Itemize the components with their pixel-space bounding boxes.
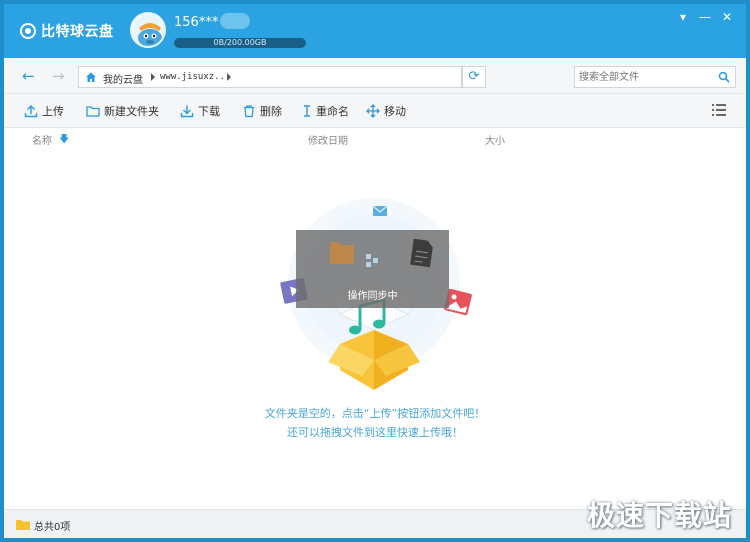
storage-quota-text: 0B/200.00GB <box>213 38 267 47</box>
logo-icon <box>20 23 36 39</box>
move-button[interactable]: 移动 <box>366 103 406 119</box>
toolbar: 上传 新建文件夹 下载 删除 重命名 移动 <box>4 94 746 128</box>
watermark: 极速下载站 <box>586 499 732 532</box>
upload-icon <box>24 105 38 118</box>
sync-progress-overlay: 操作同步中 <box>296 230 449 308</box>
address-bar[interactable]: 我的云盘 www.jisuxz... <box>78 66 462 88</box>
folder-icon <box>330 242 354 264</box>
storage-quota-bar: 0B/200.00GB <box>174 38 306 48</box>
breadcrumb-separator-icon[interactable] <box>151 73 155 81</box>
menu-dropdown-icon[interactable]: ▾ <box>672 10 694 26</box>
title-bar: 比特球云盘 156*** 0B/200.00GB ▾ — ✕ <box>4 4 746 58</box>
search-input[interactable] <box>575 67 715 87</box>
minimize-button[interactable]: — <box>694 10 716 26</box>
document-icon <box>410 238 433 268</box>
new-folder-label: 新建文件夹 <box>104 105 159 118</box>
app-window: 比特球云盘 156*** 0B/200.00GB ▾ — ✕ ← → 我的云盘 … <box>4 4 746 538</box>
close-button[interactable]: ✕ <box>716 10 738 26</box>
search-icon[interactable] <box>718 71 730 83</box>
trash-icon <box>244 105 254 118</box>
item-count: 总共0项 <box>34 522 71 533</box>
column-size[interactable]: 大小 <box>485 132 505 147</box>
rename-label: 重命名 <box>316 105 349 118</box>
delete-button[interactable]: 删除 <box>242 103 282 119</box>
app-logo: 比特球云盘 <box>20 21 114 41</box>
column-header: 名称 🡇 修改日期 大小 <box>4 128 746 148</box>
download-button[interactable]: 下载 <box>180 103 220 119</box>
refresh-icon[interactable]: ⟳ <box>462 66 486 88</box>
arrow-left-icon[interactable]: ← <box>22 69 35 84</box>
column-modified[interactable]: 修改日期 <box>308 132 348 147</box>
arrow-right-icon[interactable]: → <box>52 69 65 84</box>
folder-add-icon <box>86 106 100 117</box>
download-label: 下载 <box>198 105 220 118</box>
new-folder-button[interactable]: 新建文件夹 <box>86 103 159 119</box>
upload-label: 上传 <box>42 105 64 118</box>
breadcrumb-separator-icon[interactable] <box>227 73 231 81</box>
breadcrumb-current[interactable]: www.jisuxz... <box>160 72 230 82</box>
sync-overlay-icons <box>330 238 433 268</box>
mail-icon <box>372 205 388 216</box>
delete-label: 删除 <box>260 105 282 118</box>
home-icon[interactable] <box>85 71 97 83</box>
list-view-icon[interactable] <box>712 104 726 116</box>
empty-message-line1: 文件夹是空的，点击“上传”按钮添加文件吧！ <box>264 407 486 420</box>
username-redaction <box>220 13 250 29</box>
loading-dots-icon <box>366 254 378 267</box>
text-cursor-icon <box>304 105 310 117</box>
navigation-bar: ← → 我的云盘 www.jisuxz... ⟳ <box>4 58 746 94</box>
breadcrumb-root[interactable]: 我的云盘 <box>103 71 143 86</box>
avatar[interactable] <box>130 12 166 48</box>
folder-icon <box>16 520 30 530</box>
move-label: 移动 <box>384 105 406 118</box>
window-controls: ▾ — ✕ <box>672 10 738 26</box>
sort-down-icon[interactable]: 🡇 <box>59 132 69 149</box>
download-icon <box>180 105 194 118</box>
upload-button[interactable]: 上传 <box>24 103 64 119</box>
search-box <box>574 66 736 88</box>
column-name[interactable]: 名称 <box>32 132 52 147</box>
username[interactable]: 156*** <box>174 15 218 30</box>
move-icon <box>366 104 380 118</box>
empty-message-line2: 还可以拖拽文件到这里快速上传哦！ <box>287 426 463 439</box>
logo-text: 比特球云盘 <box>41 24 114 40</box>
rename-button[interactable]: 重命名 <box>302 103 349 119</box>
sync-label: 操作同步中 <box>347 291 398 302</box>
